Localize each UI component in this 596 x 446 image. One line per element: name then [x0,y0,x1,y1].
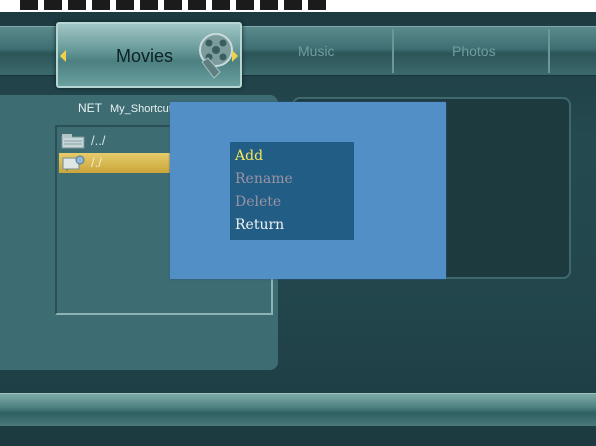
arrow-right-icon[interactable] [232,50,238,62]
screen: Music Photos Movies NET My_Shortcuts /..… [0,0,596,446]
top-border-segment [212,0,230,10]
top-border-segment [260,0,278,10]
top-border-segment [140,0,158,10]
top-border-segment [68,0,86,10]
top-border-segment [164,0,182,10]
bottom-bar [0,393,596,426]
breadcrumb-segment: NET [78,101,102,115]
tab-movies-label: Movies [116,46,174,66]
menu-item-add[interactable]: Add [235,148,263,164]
film-reel-icon [199,33,233,79]
network-folder-icon [62,155,85,171]
tab-divider [548,29,550,73]
breadcrumb-segment: My_Shortcuts [110,103,178,115]
list-item-label: /../ [91,133,106,148]
top-border-segment [188,0,206,10]
breadcrumb: NET My_Shortcuts [78,101,177,115]
top-border-segment [92,0,110,10]
tab-music[interactable]: Music [298,43,335,59]
menu-item-return[interactable]: Return [235,217,284,233]
top-border-segment [44,0,62,10]
top-border-segment [284,0,302,10]
top-border-segment [236,0,254,10]
context-menu: Add Rename Delete Return [230,142,354,240]
menu-item-delete[interactable]: Delete [235,194,281,210]
menu-item-rename[interactable]: Rename [235,171,293,187]
tab-photos[interactable]: Photos [452,43,496,59]
context-menu-dialog: Add Rename Delete Return [170,102,446,279]
arrow-left-icon[interactable] [60,50,66,62]
folder-up-icon [61,134,85,149]
top-border-segment [308,0,326,10]
top-border-segment [116,0,134,10]
tab-movies[interactable]: Movies [56,22,242,88]
top-border-segment [20,0,38,10]
list-item-label: /./ [91,155,102,170]
tab-divider [392,29,394,73]
